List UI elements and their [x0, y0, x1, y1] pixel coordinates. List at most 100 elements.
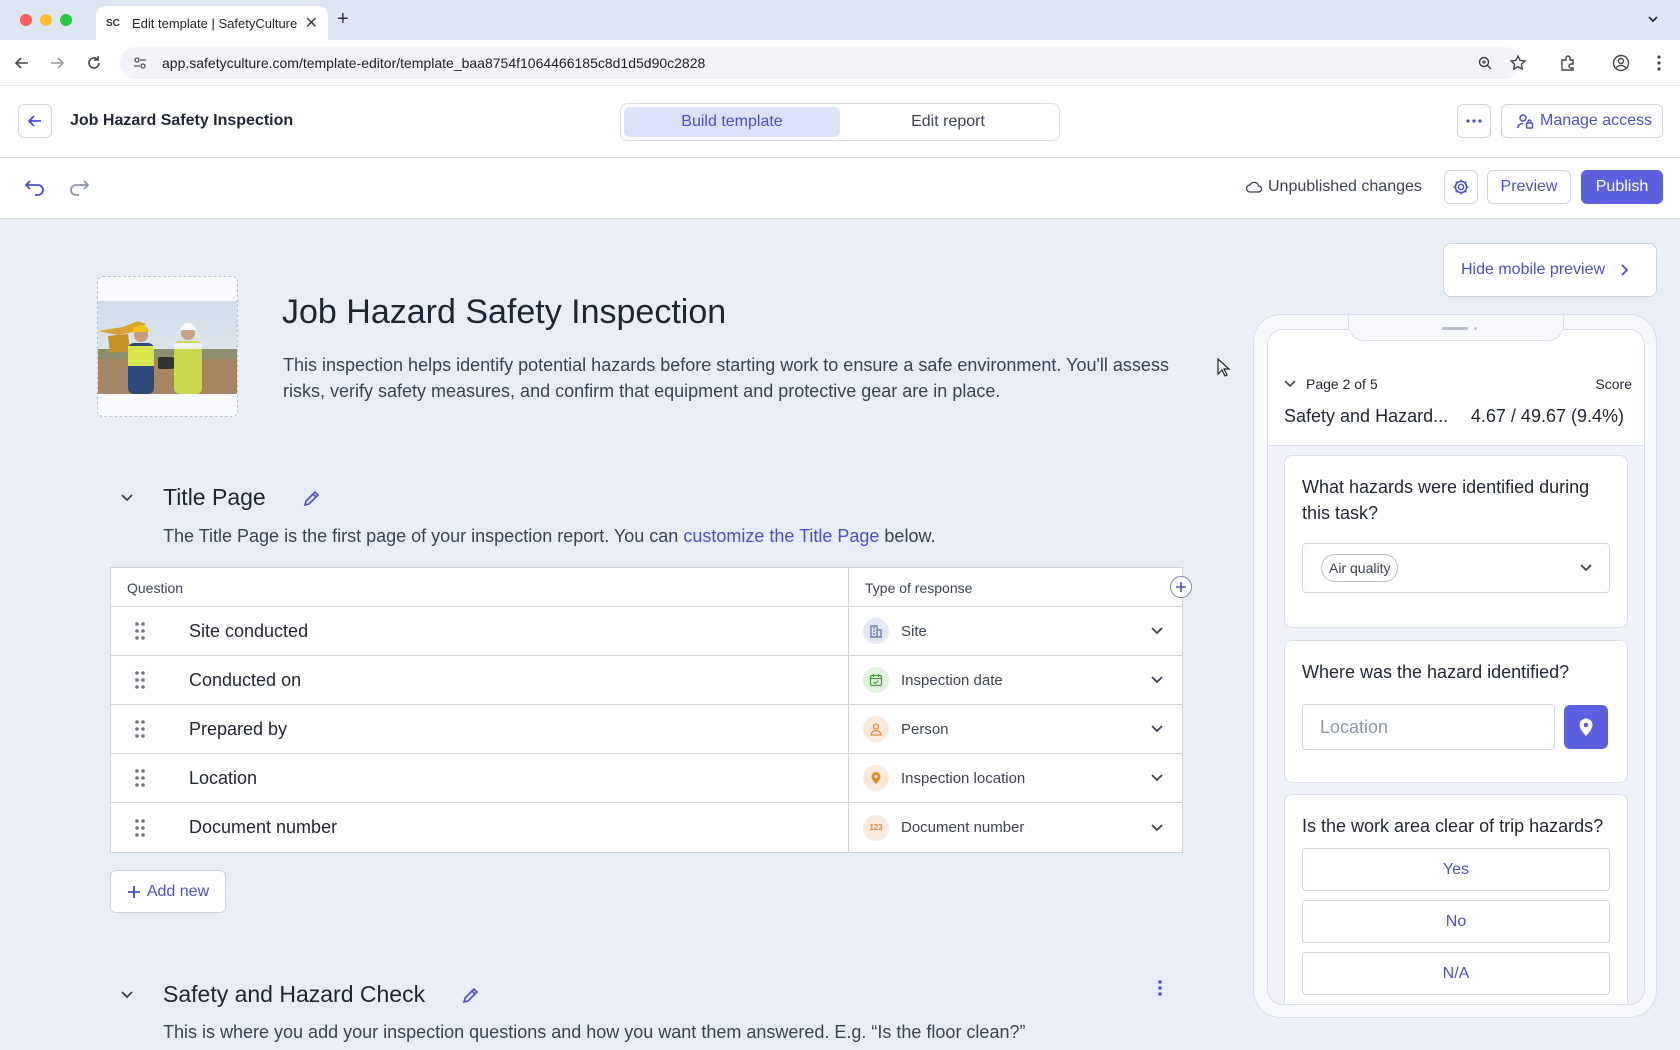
redo-icon[interactable]: [68, 177, 90, 197]
collapse-chevron-icon[interactable]: [116, 984, 138, 1006]
drag-handle-icon[interactable]: [127, 621, 153, 641]
table-row[interactable]: Document number 123 Document number: [111, 803, 1182, 852]
arrow-left-icon: [27, 115, 41, 127]
question-text[interactable]: Document number: [189, 817, 337, 838]
edit-pencil-icon[interactable]: [302, 488, 322, 508]
mouse-cursor-icon: [1217, 358, 1231, 378]
unpublished-status: Unpublished changes: [1246, 178, 1422, 196]
selected-chip[interactable]: Air quality: [1321, 554, 1399, 582]
section-menu-icon[interactable]: [1150, 978, 1170, 998]
response-type-select[interactable]: Inspection location: [849, 754, 1182, 802]
section-title: Title Page: [163, 484, 266, 510]
add-new-button[interactable]: Add new: [110, 870, 226, 913]
person-icon: [863, 716, 889, 742]
bookmark-star-icon[interactable]: [1507, 52, 1529, 74]
title-page-questions-table: Question Type of response Site conducted…: [110, 567, 1183, 853]
response-type-select[interactable]: 123 Document number: [849, 803, 1182, 852]
response-type-label: Inspection location: [901, 769, 1026, 787]
location-input[interactable]: Location: [1302, 704, 1555, 750]
manage-access-label: Manage access: [1540, 112, 1653, 129]
template-image[interactable]: [97, 276, 238, 417]
close-tab-icon[interactable]: ✕: [305, 13, 318, 33]
preview-button[interactable]: Preview: [1487, 170, 1571, 204]
zoom-window-button[interactable]: [60, 14, 72, 26]
score-label: Score: [1595, 376, 1632, 392]
column-type-of-response: Type of response: [865, 580, 973, 596]
answer-na-button[interactable]: N/A: [1302, 952, 1610, 995]
response-type-select[interactable]: Inspection date: [849, 656, 1182, 704]
browser-tab[interactable]: SC Edit template | SafetyCulture ✕: [96, 6, 328, 40]
manage-access-button[interactable]: Manage access: [1501, 104, 1663, 138]
undo-icon[interactable]: [24, 177, 46, 197]
table-row[interactable]: Conducted on Inspection date: [111, 656, 1182, 705]
address-bar: app.safetyculture.com/template-editor/te…: [0, 40, 1680, 86]
chevron-down-icon: [1580, 564, 1592, 572]
mobile-screen: Page 2 of 5 Score Safety and Hazard... 4…: [1267, 329, 1645, 1005]
minimize-window-button[interactable]: [40, 14, 52, 26]
more-options-button[interactable]: [1457, 104, 1491, 138]
forward-arrow-icon[interactable]: [46, 52, 68, 74]
tab-edit-report[interactable]: Edit report: [840, 107, 1056, 137]
drag-handle-icon[interactable]: [127, 719, 153, 739]
hide-mobile-preview-label: Hide mobile preview: [1461, 261, 1606, 278]
new-tab-icon[interactable]: +: [337, 8, 349, 31]
mode-switch: Build template Edit report: [620, 103, 1060, 141]
tab-search-chevron-icon[interactable]: [1646, 12, 1660, 26]
drag-handle-icon[interactable]: [127, 670, 153, 690]
zoom-icon[interactable]: [1474, 52, 1496, 74]
hazard-multiselect[interactable]: Air quality: [1302, 543, 1610, 593]
back-button[interactable]: [18, 104, 52, 138]
chevron-down-icon: [1151, 627, 1163, 635]
site-settings-icon[interactable]: [132, 55, 148, 71]
location-pin-button[interactable]: [1564, 705, 1608, 749]
table-row[interactable]: Prepared by Person: [111, 705, 1182, 754]
response-type-select[interactable]: Site: [849, 607, 1182, 655]
settings-button[interactable]: [1444, 170, 1478, 204]
response-type-label: Person: [901, 720, 949, 738]
building-icon: [863, 618, 889, 644]
browser-menu-icon[interactable]: [1648, 52, 1670, 74]
response-type-label: Site: [901, 622, 927, 640]
page-selector[interactable]: Page 2 of 5: [1284, 376, 1378, 392]
collapse-chevron-icon[interactable]: [116, 487, 138, 509]
phone-notch: [1348, 315, 1564, 341]
safety-section-description: This is where you add your inspection qu…: [163, 1022, 1026, 1042]
template-description[interactable]: This inspection helps identify potential…: [283, 352, 1183, 404]
response-type-select[interactable]: Person: [849, 705, 1182, 753]
table-row[interactable]: Site conducted Site: [111, 607, 1182, 656]
question-text[interactable]: Conducted on: [189, 670, 301, 691]
score-value: 4.67 / 49.67 (9.4%): [1470, 406, 1624, 426]
header-title: Job Hazard Safety Inspection: [70, 112, 294, 129]
browser-tab-bar: SC Edit template | SafetyCulture ✕ +: [0, 0, 1680, 40]
answer-yes-button[interactable]: Yes: [1302, 848, 1610, 891]
reload-icon[interactable]: [83, 52, 105, 74]
drag-handle-icon[interactable]: [127, 818, 153, 838]
customize-title-page-link[interactable]: customize the Title Page: [683, 526, 879, 546]
calendar-icon: [863, 667, 889, 693]
question-text[interactable]: Prepared by: [189, 719, 287, 740]
question-card: Is the work area clear of trip hazards? …: [1284, 794, 1628, 1004]
mobile-section-title: Safety and Hazard...: [1284, 406, 1449, 426]
question-text: Where was the hazard identified?: [1302, 662, 1570, 682]
extensions-icon[interactable]: [1557, 52, 1579, 74]
add-column-button[interactable]: [1170, 576, 1192, 598]
publish-button[interactable]: Publish: [1581, 170, 1663, 204]
response-type-label: Inspection date: [901, 671, 1003, 689]
url-text: app.safetyculture.com/template-editor/te…: [162, 55, 706, 71]
title-page-description: The Title Page is the first page of your…: [163, 526, 936, 546]
question-text[interactable]: Location: [189, 768, 257, 789]
chevron-right-icon: [1621, 264, 1629, 276]
drag-handle-icon[interactable]: [127, 768, 153, 788]
edit-pencil-icon[interactable]: [461, 985, 481, 1005]
template-title[interactable]: Job Hazard Safety Inspection: [282, 293, 726, 332]
column-question: Question: [111, 568, 849, 606]
back-arrow-icon[interactable]: [11, 52, 33, 74]
answer-no-button[interactable]: No: [1302, 900, 1610, 943]
question-text[interactable]: Site conducted: [189, 621, 308, 642]
tab-build-template[interactable]: Build template: [624, 107, 840, 137]
table-row[interactable]: Location Inspection location: [111, 754, 1182, 803]
profile-icon[interactable]: [1610, 52, 1632, 74]
close-window-button[interactable]: [20, 14, 32, 26]
url-field[interactable]: app.safetyculture.com/template-editor/te…: [120, 47, 1520, 79]
hide-mobile-preview-button[interactable]: Hide mobile preview: [1443, 243, 1657, 297]
